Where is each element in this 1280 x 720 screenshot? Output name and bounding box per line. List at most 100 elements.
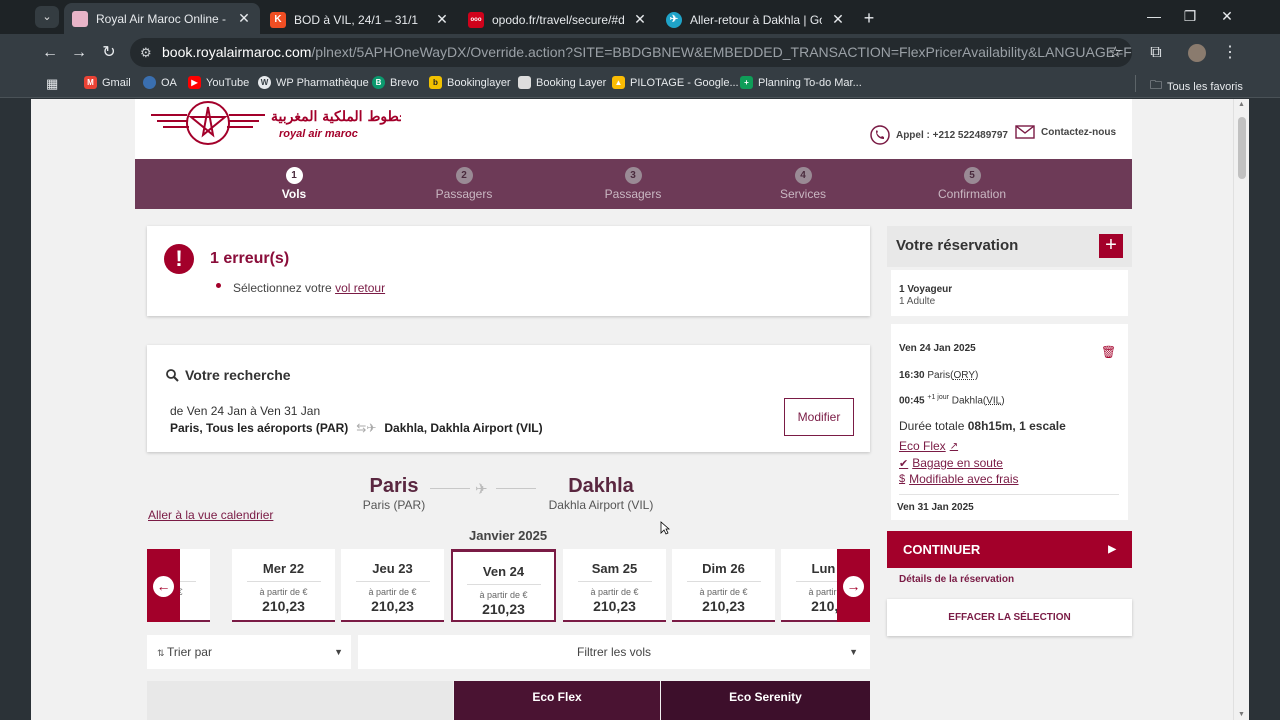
fare-link[interactable]: Eco Flex ↗ [899, 439, 958, 453]
folder-icon: 🗀 [1150, 78, 1163, 92]
mouse-cursor-icon [660, 521, 670, 535]
minimize-icon[interactable]: — [1144, 8, 1164, 24]
tab-title: Royal Air Maroc Online - vols [96, 11, 228, 26]
duration-line: Durée totale 08h15m, 1 escale [899, 419, 1066, 433]
tab-kayak[interactable]: K BOD à VIL, 24/1 – 31/1 ✕ [262, 5, 458, 34]
bookmark-booking-layer[interactable]: Booking Layer [518, 76, 606, 89]
scroll-up-icon[interactable]: ▲ [1238, 101, 1245, 108]
search-heading: Votre recherche [166, 367, 291, 383]
duration-label: Durée totale [899, 419, 965, 433]
menu-icon[interactable]: ⋮ [1219, 42, 1241, 64]
step-number: 1 [285, 167, 303, 184]
bookmark-star-icon[interactable]: ☆ [1109, 38, 1122, 67]
call-label: Appel : +212 522489797 [895, 129, 1008, 141]
tab-google-flights[interactable]: ✈ Aller-retour à Dakhla | Google F ✕ [658, 5, 854, 34]
baggage-link[interactable]: ✔ Bagage en soute [899, 456, 1003, 470]
svg-text:الخطوط الملكية المغربية: الخطوط الملكية المغربية [271, 109, 401, 125]
day-price: 210,23 [593, 598, 636, 614]
site-info-icon[interactable]: ⚙ [140, 38, 152, 67]
bookmark-brevo[interactable]: B Brevo [372, 76, 419, 89]
close-tab-icon[interactable]: ✕ [236, 10, 252, 27]
extensions-icon[interactable]: ⧉ [1145, 42, 1167, 64]
sort-label: Trier par [167, 645, 212, 659]
bookmark-gmail[interactable]: M Gmail [84, 76, 131, 89]
step-label: Passagers [604, 187, 662, 201]
fare-eco-flex[interactable]: Eco Flex [454, 681, 660, 720]
bookmark-wp-pharmatheque[interactable]: W WP Pharmathèque [258, 76, 369, 89]
tab-search-icon[interactable]: ⌄ [35, 6, 59, 28]
bookmark-bookinglayer[interactable]: b Bookinglayer [429, 76, 511, 89]
previous-days-button[interactable]: ← [147, 549, 180, 622]
gmail-icon: M [84, 76, 97, 89]
address-bar[interactable]: ⚙ book.royalairmaroc.com/plnext/5APHOneW… [130, 38, 1132, 67]
bookmarks-bar: ▦ M Gmail OA ▶ YouTube W WP Pharmathèque BB… [0, 71, 1280, 98]
close-tab-icon[interactable]: ✕ [434, 11, 450, 28]
next-days-button[interactable]: → [837, 549, 870, 622]
reservation-pax: 1 Voyageur 1 Adulte [891, 270, 1128, 316]
continue-button[interactable]: CONTINUER ▶ [887, 531, 1132, 568]
apps-icon[interactable]: ▦ [46, 76, 58, 92]
modify-button[interactable]: Modifier [784, 398, 854, 436]
day-card[interactable]: Jeu 23 à partir de €210,23 [341, 549, 444, 622]
expand-plus-icon[interactable]: + [1099, 234, 1123, 258]
bookmark-label: Gmail [102, 76, 131, 89]
day-name: Jeu 23 [372, 561, 413, 576]
bookmark-oa[interactable]: OA [143, 76, 177, 89]
filter-select[interactable]: Filtrer les vols ▼ [358, 635, 870, 669]
forward-icon[interactable]: → [68, 42, 90, 64]
return-flight-link[interactable]: vol retour [335, 281, 385, 295]
travellers-count: 1 Voyageur [899, 284, 953, 295]
scroll-thumb[interactable] [1238, 117, 1246, 179]
day-price: 210,23 [262, 598, 305, 614]
page-scrollbar[interactable]: ▲ ▼ [1233, 99, 1249, 720]
tab-royal-air-maroc[interactable]: Royal Air Maroc Online - vols ✕ [64, 3, 260, 34]
reload-icon[interactable]: ↻ [98, 42, 120, 64]
day-card-selected[interactable]: Ven 24 à partir de €210,23 [451, 549, 556, 622]
day-card[interactable]: Mer 22 à partir de €210,23 [232, 549, 335, 622]
youtube-icon: ▶ [188, 76, 201, 89]
new-tab-icon[interactable]: + [859, 8, 879, 29]
close-tab-icon[interactable]: ✕ [830, 11, 846, 28]
step-number: 4 [794, 167, 812, 184]
baggage-label: Bagage en soute [912, 456, 1003, 470]
close-window-icon[interactable]: ✕ [1217, 8, 1237, 25]
restore-icon[interactable]: ❐ [1180, 8, 1200, 25]
brevo-icon: B [372, 76, 385, 89]
reservation-title: Votre réservation [896, 237, 1019, 254]
tab-opodo[interactable]: ooo opodo.fr/travel/secure/#details ✕ [460, 5, 656, 34]
reservation-details-link[interactable]: Détails de la réservation [899, 574, 1014, 585]
modifiable-link[interactable]: $ Modifiable avec frais [899, 472, 1019, 486]
royal-air-maroc-logo[interactable]: الخطوط الملكية المغربية royal air maroc [151, 99, 401, 151]
booking-layer-icon [518, 76, 531, 89]
bookmark-planning[interactable]: + Planning To-do Mar... [740, 76, 862, 89]
search-route: Paris, Tous les aéroports (PAR) ⇆✈ Dakhl… [170, 421, 543, 435]
back-icon[interactable]: ← [39, 42, 61, 64]
adults-count: 1 Adulte [899, 296, 936, 307]
sort-icon: ⇅ [157, 648, 168, 658]
calendar-view-link[interactable]: Aller à la vue calendrier [148, 508, 273, 522]
fare-eco-serenity[interactable]: Eco Serenity [661, 681, 870, 720]
reservation-itinerary: Ven 24 Jan 2025 🗑 16:30 Paris(ORY) 00:45… [891, 324, 1128, 520]
clear-selection-button[interactable]: EFFACER LA SÉLECTION [887, 599, 1132, 636]
search-icon [166, 368, 179, 382]
opodo-favicon-icon: ooo [468, 11, 484, 28]
origin-city: Paris Paris (PAR) [349, 475, 439, 512]
profile-avatar[interactable] [1188, 44, 1206, 62]
contact-label: Contactez-nous [1041, 126, 1116, 138]
trash-icon[interactable]: 🗑 [1101, 345, 1116, 359]
call-link[interactable]: Appel : +212 522489797 [870, 125, 1008, 145]
bookmark-pilotage[interactable]: ▲ PILOTAGE - Google... [612, 76, 739, 89]
tab-title: opodo.fr/travel/secure/#details [492, 12, 624, 27]
all-bookmarks[interactable]: 🗀 Tous les favoris [1150, 76, 1243, 97]
contact-link[interactable]: Contactez-nous [1015, 125, 1116, 139]
step-number: 5 [963, 167, 981, 184]
close-tab-icon[interactable]: ✕ [632, 11, 648, 28]
day-card[interactable]: Sam 25 à partir de €210,23 [563, 549, 666, 622]
day-card[interactable]: Dim 26 à partir de €210,23 [672, 549, 775, 622]
scroll-down-icon[interactable]: ▼ [1238, 711, 1245, 718]
sort-select[interactable]: ⇅ Trier par ▼ [147, 635, 351, 669]
step-confirmation: 5 Confirmation [912, 167, 1032, 201]
price-from: à partir de € [368, 587, 417, 597]
bookmark-youtube[interactable]: ▶ YouTube [188, 76, 249, 89]
bookinglayer-icon: b [429, 76, 442, 89]
